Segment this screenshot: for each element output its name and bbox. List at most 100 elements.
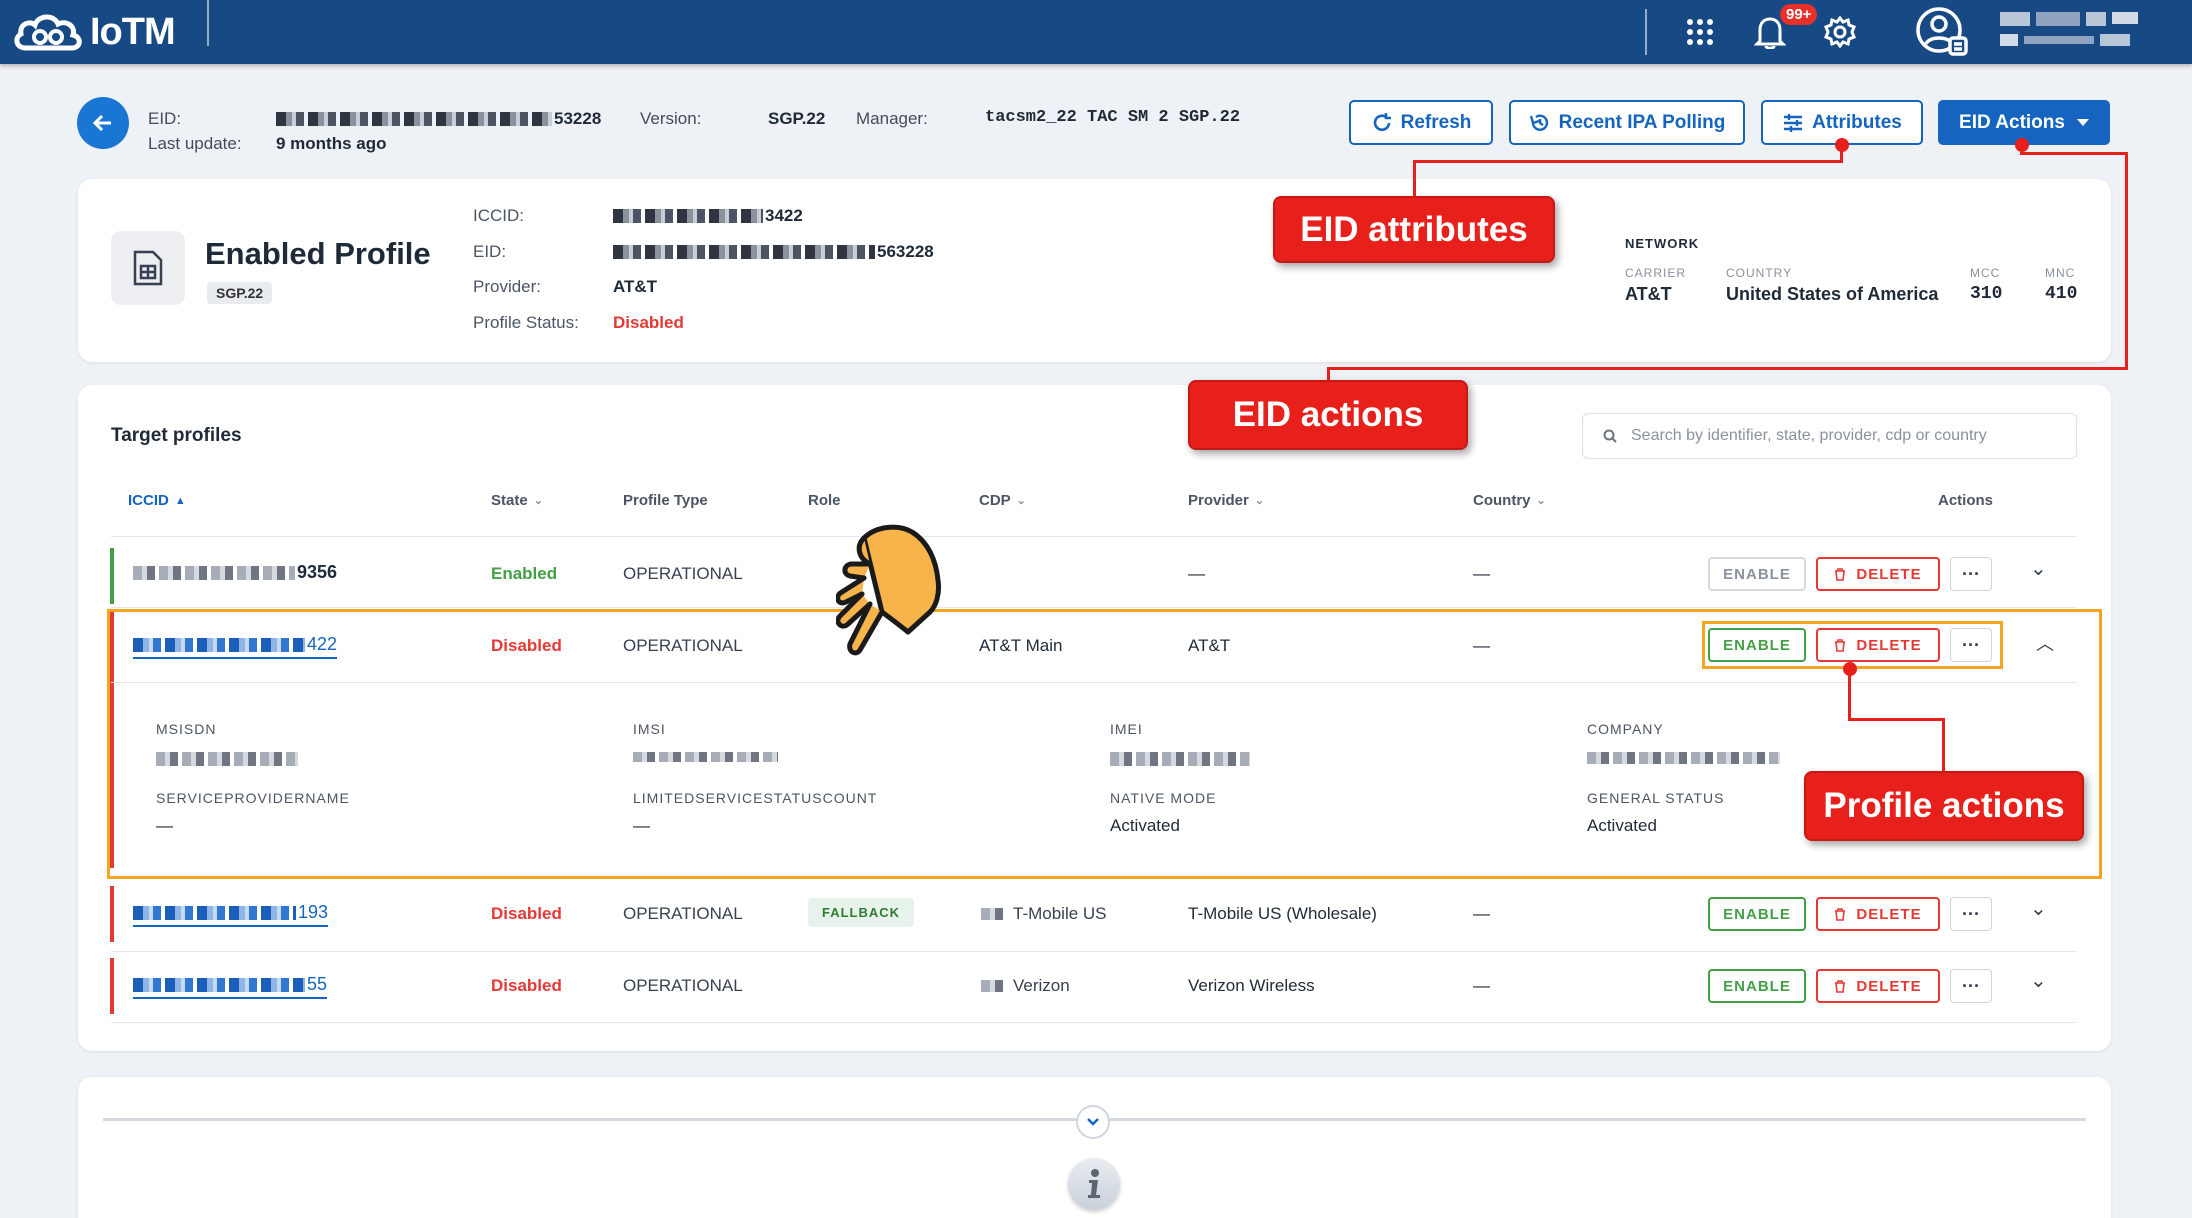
country-label: COUNTRY [1726,266,1793,280]
pointing-hand-icon [836,524,941,656]
row-3-provider: T-Mobile US (Wholesale) [1188,904,1377,923]
recent-ipa-polling-button[interactable]: Recent IPA Polling [1509,100,1745,145]
row-1-expand-chevron-icon[interactable]: ⌄ [2030,556,2047,581]
refresh-button[interactable]: Refresh [1349,100,1493,145]
annotation-connector [1413,160,1416,200]
row-1-delete-button[interactable]: DELETE [1816,557,1940,591]
manager-label: Manager: [856,109,928,128]
profile-status-value: Disabled [613,313,684,332]
column-header-provider[interactable]: Provider ⌄ [1188,492,1264,509]
apps-grid-icon[interactable] [1680,12,1720,52]
row-4-expand-chevron-icon[interactable]: ⌄ [2030,968,2047,993]
sort-icon: ⌄ [1016,495,1026,507]
expand-section-button[interactable] [1076,1105,1110,1139]
row-1-provider: — [1188,564,1205,583]
last-update-label: Last update: [148,134,242,153]
row-divider [111,607,2077,608]
mnc-label: MNC [2045,266,2076,280]
row-status-marker [110,886,114,942]
network-heading: NETWORK [1625,236,1700,251]
sim-card-icon-box [111,231,185,305]
info-icon[interactable] [1068,1158,1120,1210]
row-4-provider: Verizon Wireless [1188,976,1315,995]
trash-icon [1835,907,1846,921]
trash-icon [1835,979,1846,993]
column-header-country[interactable]: Country ⌄ [1473,492,1546,509]
version-label: Version: [640,109,702,128]
row-3-enable-button[interactable]: ENABLE [1708,897,1806,931]
top-navigation-bar: IoTM 99+ [0,0,2192,64]
cloud-logo-icon [14,14,82,51]
user-name-blurred[interactable] [2000,12,2140,52]
arrow-left-icon [92,114,111,132]
column-header-iccid[interactable]: ICCID ▲ [128,492,186,509]
row-3-iccid-link[interactable]: 193 [133,902,329,927]
column-header-cdp[interactable]: CDP ⌄ [979,492,1026,509]
annotation-dot [1835,138,1849,152]
carrier-logo-icon [981,980,1003,992]
sort-icon: ⌄ [1536,495,1546,507]
provider-value: AT&T [613,277,658,296]
annotation-connector [1848,718,1945,721]
chevron-down-icon [1087,1118,1099,1126]
last-update-value: 9 months ago [276,134,387,153]
enabled-profile-title: Enabled Profile [205,236,431,271]
row-4-more-button[interactable]: ··· [1950,969,1992,1003]
trash-icon [1835,567,1846,581]
annotation-connector [2020,152,2128,155]
row-4-delete-button[interactable]: DELETE [1816,969,1940,1003]
iccid-value: 3422 [613,206,803,226]
row-3-cdp: T-Mobile US [981,904,1107,924]
column-header-profile-type: Profile Type [623,492,708,509]
version-value: SGP.22 [768,109,826,128]
target-profiles-search[interactable] [1582,413,2077,459]
sort-asc-icon: ▲ [174,494,186,507]
row-3-more-button[interactable]: ··· [1950,897,1992,931]
row-4-state: Disabled [491,976,562,995]
refresh-icon [1373,112,1391,131]
row-1-enable-button[interactable]: ENABLE [1708,557,1806,591]
history-icon [1529,114,1548,131]
row-1-profile-type: OPERATIONAL [623,564,743,583]
eid-label: EID: [148,109,182,128]
annotation-connector [1327,367,2128,370]
profile-actions-callout: Profile actions [1804,771,2084,841]
mcc-label: MCC [1970,266,2001,280]
row-3-country: — [1473,904,1490,923]
row-3-state: Disabled [491,904,562,923]
sim-card-icon [133,250,163,286]
row-1-country: — [1473,564,1490,583]
mcc-value: 310 [1970,284,2003,304]
row-3-expand-chevron-icon[interactable]: ⌄ [2030,896,2047,921]
app-name: IoTM [90,10,176,53]
eid-attributes-callout: EID attributes [1273,196,1555,263]
eid-value: 563228 [613,242,934,262]
row-4-cdp: Verizon [981,976,1070,996]
notification-count-badge: 99+ [1780,4,1818,25]
search-icon [1603,429,1617,443]
carrier-value: AT&T [1625,284,1672,304]
version-badge: SGP.22 [207,282,273,304]
iccid-label: ICCID: [473,206,524,225]
column-header-state[interactable]: State ⌄ [491,492,543,509]
user-avatar-icon[interactable] [1915,4,1971,60]
annotation-connector [1848,668,1851,720]
back-button[interactable] [77,97,129,149]
country-value: United States of America [1726,284,1939,304]
row-divider [111,1022,2077,1023]
row-4-enable-button[interactable]: ENABLE [1708,969,1806,1003]
row-divider [111,951,2077,952]
annotation-connector [2125,152,2128,370]
row-4-profile-type: OPERATIONAL [623,976,743,995]
row-1-iccid: 9356 [133,562,337,583]
row-4-iccid-link[interactable]: 55 [133,974,328,999]
app-logo[interactable]: IoTM [10,10,176,54]
column-header-role: Role [808,492,841,509]
topbar-divider [207,0,209,46]
provider-label: Provider: [473,277,542,296]
row-3-delete-button[interactable]: DELETE [1816,897,1940,931]
search-input[interactable] [1631,427,2071,445]
gear-icon[interactable] [1820,12,1860,52]
column-header-actions: Actions [1938,492,1994,509]
row-1-more-button[interactable]: ··· [1950,557,1992,591]
